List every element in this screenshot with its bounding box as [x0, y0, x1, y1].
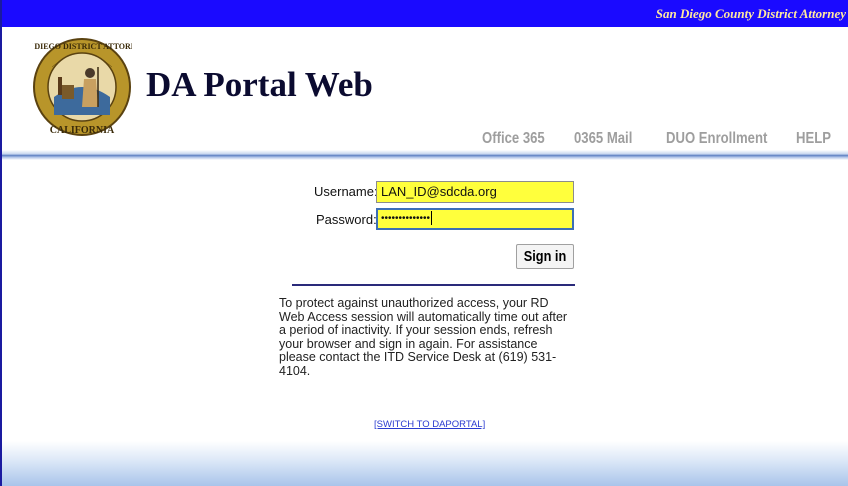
footer-band: [2, 441, 848, 486]
nav-help[interactable]: HELP: [796, 130, 831, 148]
nav-office-365[interactable]: Office 365: [482, 130, 545, 148]
app-title: DA Portal Web: [146, 65, 373, 104]
nav-o365-mail[interactable]: 0365 Mail: [574, 130, 632, 148]
top-nav: Office 365 0365 Mail DUO Enrollment HELP: [2, 130, 848, 152]
sign-in-button[interactable]: Sign in: [516, 244, 574, 269]
password-value: ••••••••••••••: [381, 213, 431, 224]
agency-name: San Diego County District Attorney: [655, 6, 846, 21]
nav-duo-enrollment[interactable]: DUO Enrollment: [666, 130, 767, 148]
username-value: LAN_ID@sdcda.org: [381, 184, 497, 199]
da-seal-logo: SAN DIEGO DISTRICT ATTORNEY CALIFORNIA: [32, 38, 132, 136]
session-timeout-notice: To protect against unauthorized access, …: [279, 296, 568, 378]
password-input[interactable]: ••••••••••••••: [376, 208, 574, 230]
username-label: Username:: [314, 184, 378, 199]
text-caret: [431, 211, 433, 226]
username-input[interactable]: LAN_ID@sdcda.org: [376, 181, 574, 203]
top-banner: San Diego County District Attorney: [2, 0, 848, 27]
svg-text:SAN DIEGO DISTRICT ATTORNEY: SAN DIEGO DISTRICT ATTORNEY: [32, 42, 132, 51]
password-label: Password:: [316, 212, 377, 227]
header: SAN DIEGO DISTRICT ATTORNEY CALIFORNIA D…: [2, 27, 848, 157]
form-divider: [292, 284, 575, 286]
switch-to-daportal-link[interactable]: [SWITCH TO DAPORTAL]: [374, 419, 485, 430]
header-divider: [2, 150, 848, 160]
